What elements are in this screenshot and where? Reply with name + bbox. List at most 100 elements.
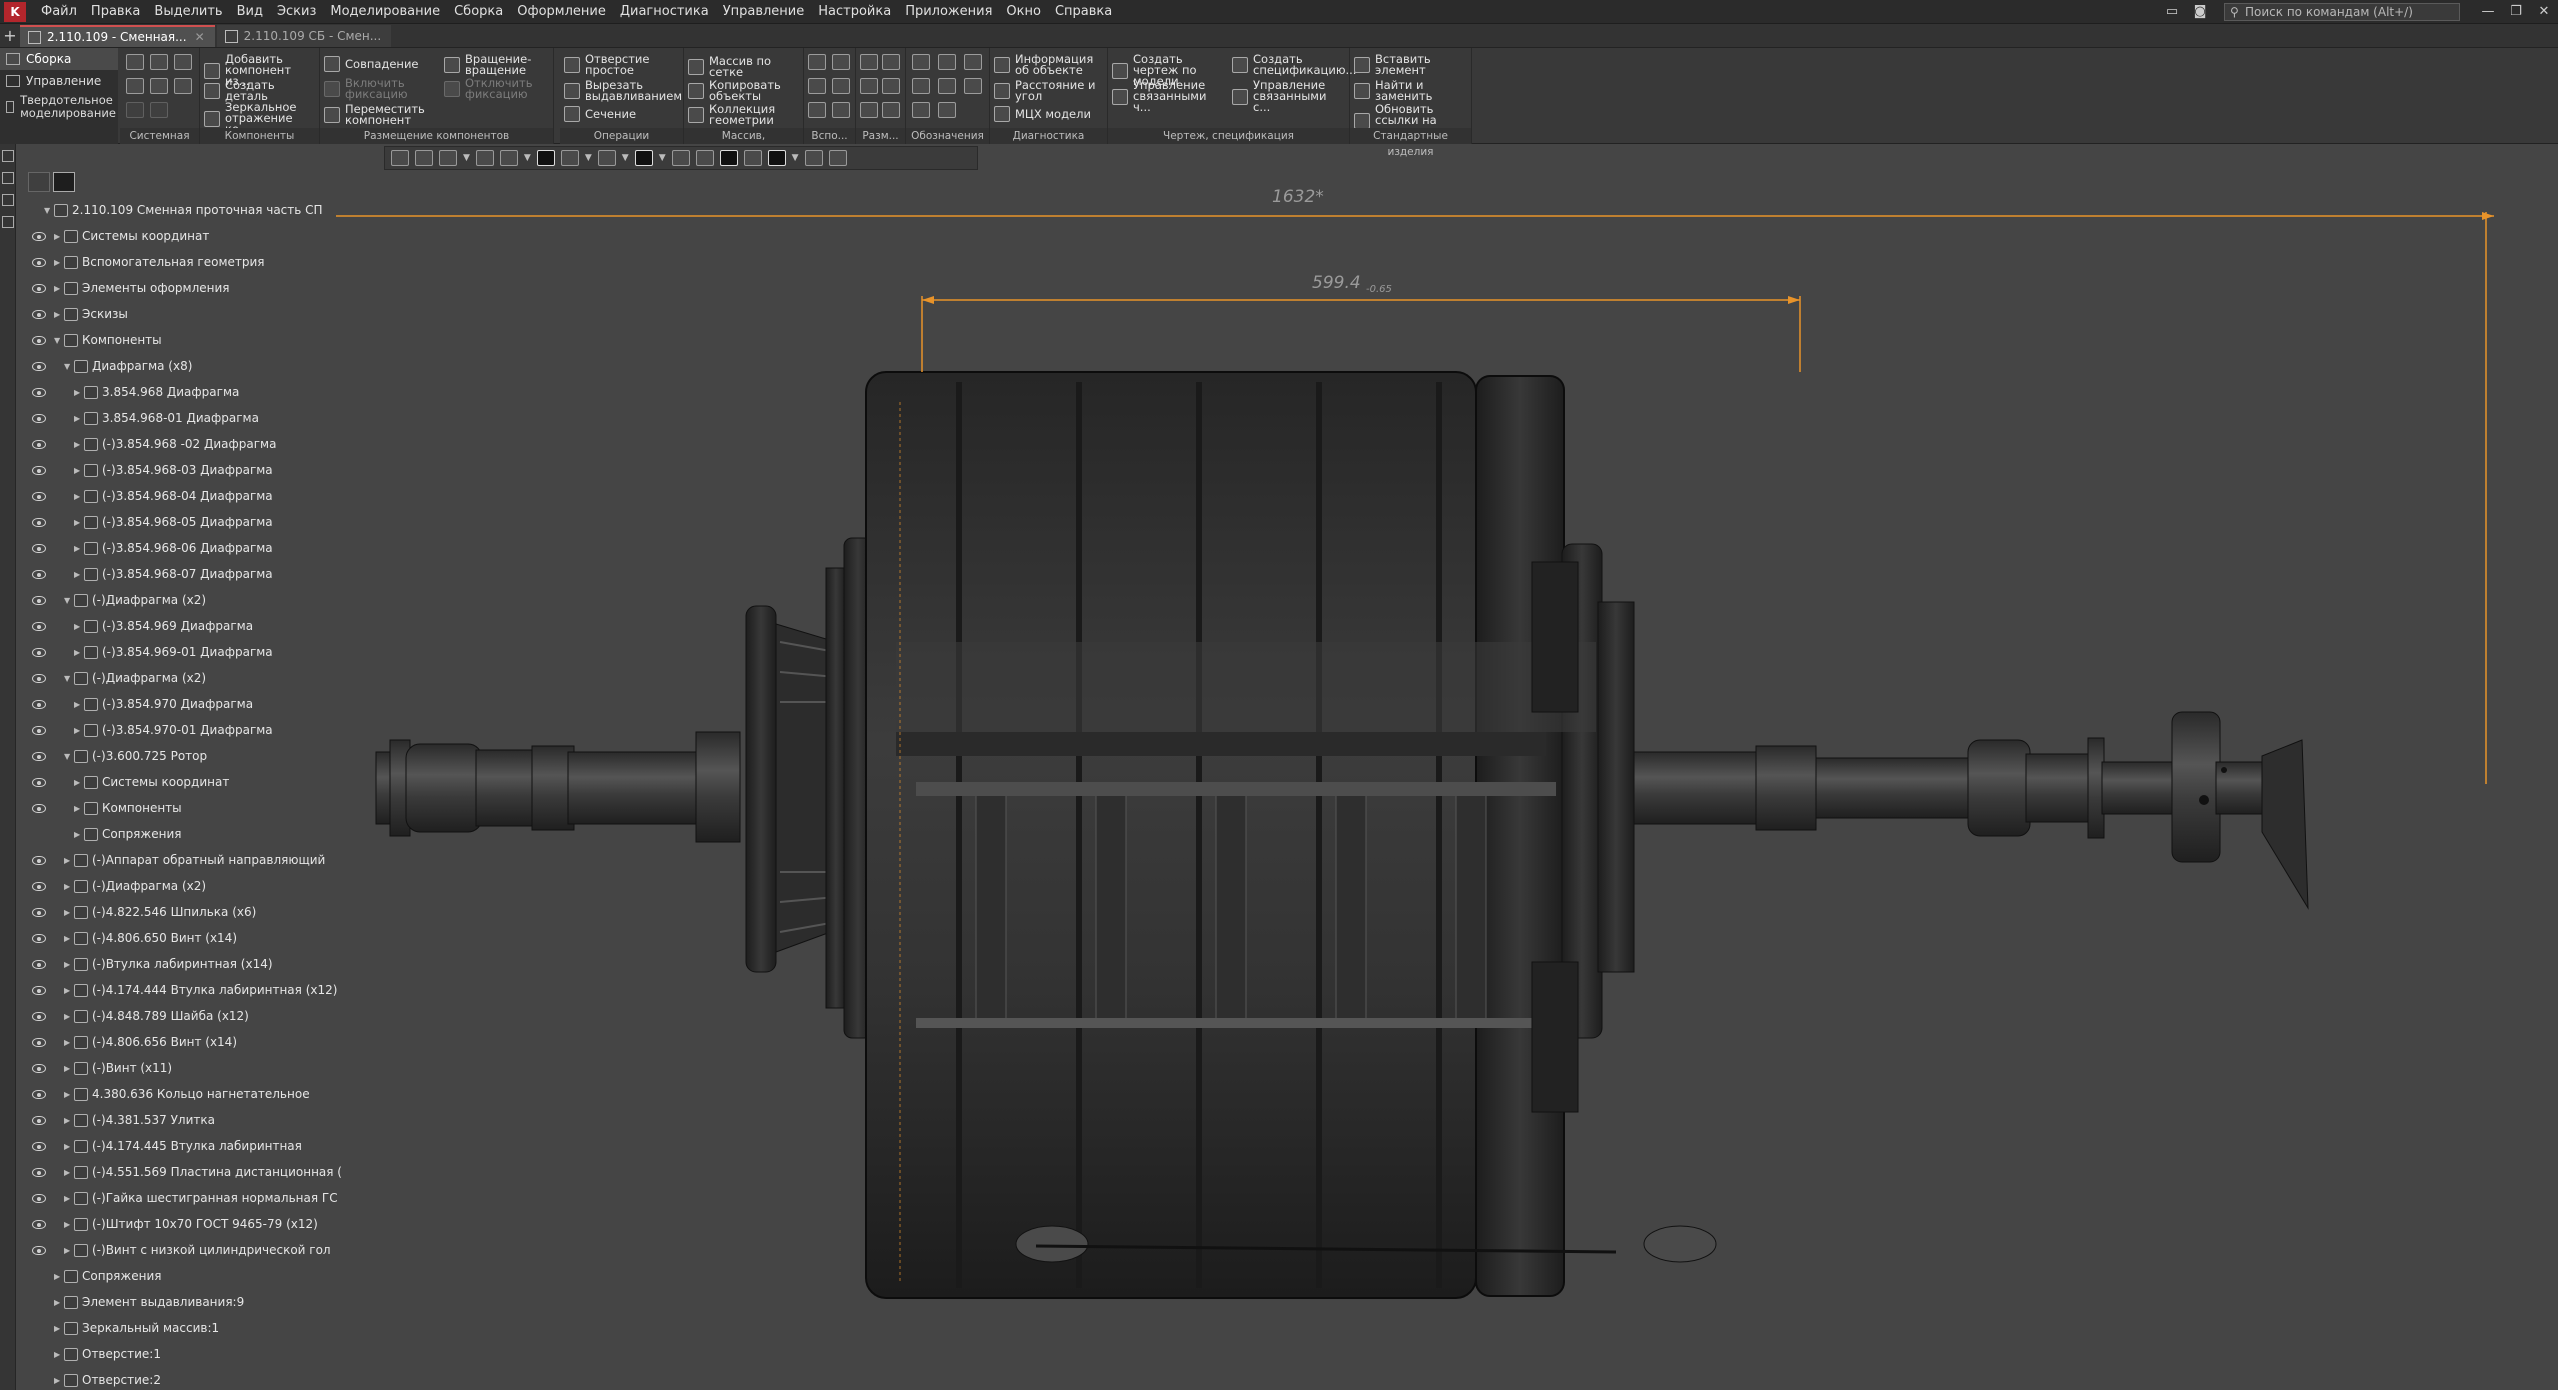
mode-solid-modeling[interactable]: Твердотельное моделирование [0, 92, 118, 122]
tree-node[interactable]: ▶ (-)Аппарат обратный направляющий [16, 848, 336, 874]
expand-arrow-icon[interactable]: ▶ [74, 726, 82, 735]
expand-arrow-icon[interactable]: ▶ [54, 1272, 62, 1281]
rotate-rotate-button[interactable]: Вращение-вращение [444, 53, 550, 76]
parameters-icon[interactable] [2, 150, 14, 162]
base-icon[interactable] [938, 54, 956, 70]
angular-dim-icon[interactable] [882, 54, 900, 70]
visibility-eye-icon[interactable] [32, 648, 46, 657]
move-component-button[interactable]: Переместить компонент [324, 103, 436, 126]
visibility-eye-icon[interactable] [32, 492, 46, 501]
visibility-eye-icon[interactable] [32, 1194, 46, 1203]
tree-node[interactable]: ▶ (-)4.381.537 Улитка [16, 1108, 336, 1134]
aux-axis-icon[interactable] [832, 54, 850, 70]
disable-fix-button[interactable]: Отключить фиксацию [444, 77, 550, 100]
tree-node[interactable]: ▼ (-)3.600.725 Ротор [16, 744, 336, 770]
minimize-icon[interactable]: — [2474, 0, 2502, 24]
create-part-button[interactable]: Создать деталь [204, 79, 316, 102]
expand-arrow-icon[interactable]: ▶ [74, 414, 82, 423]
menu-item[interactable]: Сборка [447, 0, 510, 24]
close-tab-icon[interactable]: ✕ [195, 30, 205, 44]
geometry-collection-button[interactable]: Коллекция геометрии [688, 103, 800, 126]
orientation-icon[interactable] [391, 150, 409, 166]
tree-node[interactable]: ▶ (-)3.854.969-01 Диафрагма [16, 640, 336, 666]
tree-node[interactable]: ▶ (-)Диафрагма (x2) [16, 874, 336, 900]
expand-arrow-icon[interactable]: ▶ [54, 284, 62, 293]
tree-node[interactable]: ▼ (-)Диафрагма (x2) [16, 588, 336, 614]
visibility-eye-icon[interactable] [32, 882, 46, 891]
position-icon[interactable] [938, 78, 956, 94]
chevron-down-icon[interactable]: ▼ [792, 153, 799, 163]
create-spec-button[interactable]: Создать спецификацию... [1232, 53, 1356, 76]
visibility-eye-icon[interactable] [32, 960, 46, 969]
menu-item[interactable]: Моделирование [323, 0, 447, 24]
tree-node[interactable]: ▶ (-)3.854.969 Диафрагма [16, 614, 336, 640]
edit-icon[interactable] [828, 150, 847, 166]
expand-arrow-icon[interactable]: ▶ [74, 466, 82, 475]
redo-icon[interactable] [150, 102, 168, 118]
visibility-eye-icon[interactable] [32, 1038, 46, 1047]
restore-icon[interactable]: ❐ [2502, 0, 2530, 24]
tab-assembly-drawing[interactable]: 2.110.109 СБ - Смен... [216, 25, 392, 47]
layers-icon[interactable] [2, 194, 14, 206]
expand-arrow-icon[interactable]: ▶ [54, 1376, 62, 1385]
expand-arrow-icon[interactable]: ▶ [54, 1324, 62, 1333]
pan-icon[interactable] [475, 150, 494, 166]
expand-arrow-icon[interactable]: ▶ [74, 622, 82, 631]
visibility-eye-icon[interactable] [32, 856, 46, 865]
new-file-icon[interactable] [126, 54, 144, 70]
simple-hole-button[interactable]: Отверстие простое [564, 53, 680, 76]
visibility-eye-icon[interactable] [32, 674, 46, 683]
expand-arrow-icon[interactable]: ▶ [74, 570, 82, 579]
tree-node[interactable]: ▶ 3.854.968 Диафрагма [16, 380, 336, 406]
visibility-eye-icon[interactable] [32, 232, 46, 241]
shaded-edges-icon[interactable] [536, 150, 555, 166]
collapse-arrow-icon[interactable]: ▼ [64, 674, 72, 683]
menu-item[interactable]: Эскиз [270, 0, 323, 24]
expand-arrow-icon[interactable]: ▶ [74, 648, 82, 657]
visibility-eye-icon[interactable] [32, 1142, 46, 1151]
visibility-eye-icon[interactable] [32, 986, 46, 995]
expand-arrow-icon[interactable]: ▶ [74, 518, 82, 527]
screenshot-icon[interactable]: ◙ [2186, 0, 2214, 24]
visibility-eye-icon[interactable] [32, 804, 46, 813]
model-viewport[interactable]: 1632* 599.4 -0.65 [16, 172, 2558, 1390]
expand-arrow-icon[interactable]: ▶ [74, 700, 82, 709]
menu-item[interactable]: Настройка [811, 0, 898, 24]
mark-icon[interactable] [964, 78, 982, 94]
tree-node[interactable]: ▶ (-)4.848.789 Шайба (x12) [16, 1004, 336, 1030]
tree-node[interactable]: ▶ 4.380.636 Кольцо нагнетательное [16, 1082, 336, 1108]
menu-item[interactable]: Файл [34, 0, 84, 24]
visibility-eye-icon[interactable] [32, 1168, 46, 1177]
selection-filter-settings-icon[interactable] [743, 150, 762, 166]
visibility-eye-icon[interactable] [32, 258, 46, 267]
expand-arrow-icon[interactable]: ▶ [64, 882, 72, 891]
visibility-eye-icon[interactable] [32, 414, 46, 423]
collapse-arrow-icon[interactable]: ▼ [64, 362, 72, 371]
tree-node[interactable]: ▶ Компоненты [16, 796, 336, 822]
find-replace-button[interactable]: Найти и заменить [1354, 79, 1468, 102]
tree-node[interactable]: ▶ (-)3.854.968-04 Диафрагма [16, 484, 336, 510]
expand-arrow-icon[interactable]: ▶ [74, 804, 82, 813]
visibility-eye-icon[interactable] [32, 336, 46, 345]
menu-item[interactable]: Приложения [898, 0, 999, 24]
expand-arrow-icon[interactable]: ▶ [64, 1194, 72, 1203]
object-info-button[interactable]: Информация об объекте [994, 53, 1104, 76]
tree-node[interactable]: ▶ (-)Гайка шестигранная нормальная ГС [16, 1186, 338, 1212]
tree-node[interactable]: ▶ Отверстие:1 [16, 1342, 336, 1368]
tree-node[interactable]: ▶ 3.854.968-01 Диафрагма [16, 406, 336, 432]
visibility-eye-icon[interactable] [32, 1116, 46, 1125]
visibility-eye-icon[interactable] [32, 1220, 46, 1229]
tree-node[interactable]: ▶ (-)Винт с низкой цилиндрической гол [16, 1238, 336, 1264]
explode-icon[interactable] [671, 150, 690, 166]
chevron-down-icon[interactable]: ▼ [659, 153, 666, 163]
visibility-eye-icon[interactable] [32, 1246, 46, 1255]
close-icon[interactable]: ✕ [2530, 0, 2558, 24]
aux-plane-icon[interactable] [808, 54, 826, 70]
tree-node[interactable]: ▶ (-)3.854.968-06 Диафрагма [16, 536, 336, 562]
edit-dim-icon[interactable] [882, 102, 900, 118]
zoom-icon[interactable] [439, 150, 457, 166]
expand-arrow-icon[interactable]: ▶ [74, 388, 82, 397]
tree-node[interactable]: ▼ Компоненты [16, 328, 336, 354]
aux-cs-icon[interactable] [832, 78, 850, 94]
visibility-eye-icon[interactable] [32, 362, 46, 371]
